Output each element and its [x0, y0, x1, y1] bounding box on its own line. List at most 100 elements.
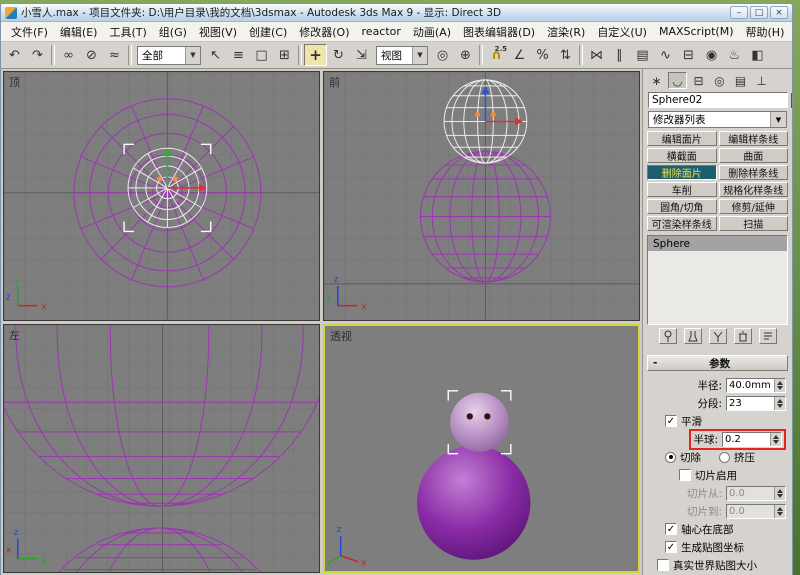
render-scene-button[interactable]: ♨: [723, 44, 746, 66]
select-and-manipulate-button[interactable]: ⊕: [454, 44, 477, 66]
select-object-button[interactable]: ↖: [204, 44, 227, 66]
layer-manager-button[interactable]: ▤: [631, 44, 654, 66]
modifier-list-dropdown[interactable]: 修改器列表 ▼: [648, 111, 787, 128]
stack-item-sphere[interactable]: Sphere: [648, 236, 787, 251]
menu-item-views[interactable]: 视图(V): [193, 22, 243, 42]
snap-toggle-button[interactable]: ∩ 2.5: [485, 44, 508, 66]
pin-stack-button[interactable]: [658, 328, 677, 344]
select-and-scale-button[interactable]: ⇲: [350, 44, 373, 66]
viewport-top-label[interactable]: 顶: [9, 74, 20, 90]
schematic-view-button[interactable]: ⊟: [677, 44, 700, 66]
spinner-arrows[interactable]: [774, 504, 785, 518]
spinner-arrows[interactable]: [774, 486, 785, 500]
title-bar[interactable]: 小雪人.max - 项目文件夹: D:\用户目录\我的文档\3dsmax - A…: [1, 4, 792, 22]
redo-button[interactable]: ↷: [26, 44, 49, 66]
snowman-head[interactable]: [450, 392, 509, 452]
real-world-map-checkbox[interactable]: [657, 559, 669, 571]
configure-modifier-sets-button[interactable]: [758, 328, 777, 344]
smooth-checkbox[interactable]: ✓: [665, 415, 677, 427]
base-to-pivot-checkbox[interactable]: ✓: [665, 523, 677, 535]
window-crossing-button[interactable]: ⊞: [273, 44, 296, 66]
angle-snap-button[interactable]: ∠: [508, 44, 531, 66]
modify-tab[interactable]: ◡: [668, 72, 687, 89]
modifier-set-button[interactable]: 扫描: [718, 216, 788, 231]
unlink-selection-button[interactable]: ⊘: [80, 44, 103, 66]
front-viewport-canvas[interactable]: x z y: [324, 72, 639, 320]
undo-button[interactable]: ↶: [3, 44, 26, 66]
modifier-stack[interactable]: Sphere: [647, 235, 788, 325]
spinner-snap-button[interactable]: ⇅: [554, 44, 577, 66]
utilities-tab[interactable]: ⊥: [752, 72, 771, 89]
spinner-arrows[interactable]: [774, 396, 785, 410]
select-and-move-button[interactable]: +: [304, 44, 327, 66]
snowman-body[interactable]: [416, 445, 531, 560]
curve-editor-button[interactable]: ∿: [654, 44, 677, 66]
viewport-left-label[interactable]: 左: [9, 327, 20, 343]
squash-radio[interactable]: [719, 451, 730, 463]
select-by-name-button[interactable]: ≡: [227, 44, 250, 66]
select-and-rotate-button[interactable]: ↻: [327, 44, 350, 66]
modifier-set-button[interactable]: 可渲染样条线: [647, 216, 717, 231]
viewport-top[interactable]: 顶 x y z: [3, 71, 320, 321]
percent-snap-button[interactable]: %: [531, 44, 554, 66]
menu-item-reactor[interactable]: reactor: [356, 23, 407, 40]
modifier-set-button[interactable]: 圆角/切角: [647, 199, 717, 214]
material-editor-button[interactable]: ◉: [700, 44, 723, 66]
menu-item-file[interactable]: 文件(F): [5, 22, 54, 42]
modifier-set-button[interactable]: 规格化样条线: [718, 182, 788, 197]
select-and-link-button[interactable]: ∞: [57, 44, 80, 66]
spinner-arrows[interactable]: [774, 378, 785, 392]
menu-item-modifiers[interactable]: 修改器(O): [293, 22, 355, 42]
slice-enable-checkbox[interactable]: [679, 469, 691, 481]
modifier-set-button[interactable]: 横截面: [647, 148, 717, 163]
close-button[interactable]: ×: [770, 6, 788, 19]
segments-spinner[interactable]: 23: [726, 395, 786, 411]
make-unique-button[interactable]: [708, 328, 727, 344]
menu-item-edit[interactable]: 编辑(E): [54, 22, 104, 42]
menu-item-graph-editors[interactable]: 图表编辑器(D): [457, 22, 541, 42]
modifier-set-button[interactable]: 车削: [647, 182, 717, 197]
menu-item-animation[interactable]: 动画(A): [407, 22, 457, 42]
viewport-left[interactable]: 左 y z x: [3, 323, 320, 573]
viewport-front[interactable]: 前 x z y: [323, 71, 640, 321]
menu-item-customize[interactable]: 自定义(U): [591, 22, 653, 42]
spinner-arrows[interactable]: [770, 432, 781, 446]
slice-to-spinner[interactable]: 0.0: [726, 503, 786, 519]
modifier-set-button[interactable]: 删除面片: [647, 165, 717, 180]
perspective-viewport-canvas[interactable]: x z y: [325, 325, 638, 572]
generate-mapping-checkbox[interactable]: ✓: [665, 541, 677, 553]
menu-item-help[interactable]: 帮助(H): [740, 22, 791, 42]
top-viewport-canvas[interactable]: x y z: [4, 72, 319, 320]
viewport-perspective[interactable]: 透视 x z y: [323, 323, 640, 573]
bind-to-space-warp-button[interactable]: ≈: [103, 44, 126, 66]
menu-item-group[interactable]: 组(G): [153, 22, 193, 42]
mirror-button[interactable]: ⋈: [585, 44, 608, 66]
use-pivot-point-center-button[interactable]: ◎: [431, 44, 454, 66]
modifier-set-button[interactable]: 曲面: [718, 148, 788, 163]
modifier-set-button[interactable]: 编辑样条线: [718, 131, 788, 146]
display-tab[interactable]: ▤: [731, 72, 750, 89]
viewport-front-label[interactable]: 前: [329, 74, 340, 90]
selection-filter-dropdown[interactable]: 全部 ▼: [137, 45, 201, 65]
maximize-button[interactable]: □: [750, 6, 768, 19]
menu-item-create[interactable]: 创建(C): [243, 22, 293, 42]
show-end-result-button[interactable]: [683, 328, 702, 344]
object-name-field[interactable]: [648, 92, 788, 108]
hemisphere-spinner[interactable]: 0.2: [722, 431, 782, 447]
remove-modifier-button[interactable]: [733, 328, 752, 344]
modifier-set-button[interactable]: 删除样条线: [718, 165, 788, 180]
left-viewport-canvas[interactable]: y z x: [4, 324, 319, 573]
modifier-set-button[interactable]: 编辑面片: [647, 131, 717, 146]
radius-spinner[interactable]: 40.0mm: [726, 377, 786, 393]
quick-render-button[interactable]: ◧: [746, 44, 769, 66]
menu-item-maxscript[interactable]: MAXScript(M): [653, 23, 740, 40]
menu-item-tools[interactable]: 工具(T): [103, 22, 152, 42]
hierarchy-tab[interactable]: ⊟: [689, 72, 708, 89]
modifier-set-button[interactable]: 修剪/延伸: [718, 199, 788, 214]
viewport-perspective-label[interactable]: 透视: [330, 328, 352, 344]
create-tab[interactable]: ∗: [647, 72, 666, 89]
minimize-button[interactable]: –: [730, 6, 748, 19]
slice-from-spinner[interactable]: 0.0: [726, 485, 786, 501]
menu-item-rendering[interactable]: 渲染(R): [541, 22, 591, 42]
reference-coordinate-dropdown[interactable]: 视图 ▼: [376, 45, 428, 65]
